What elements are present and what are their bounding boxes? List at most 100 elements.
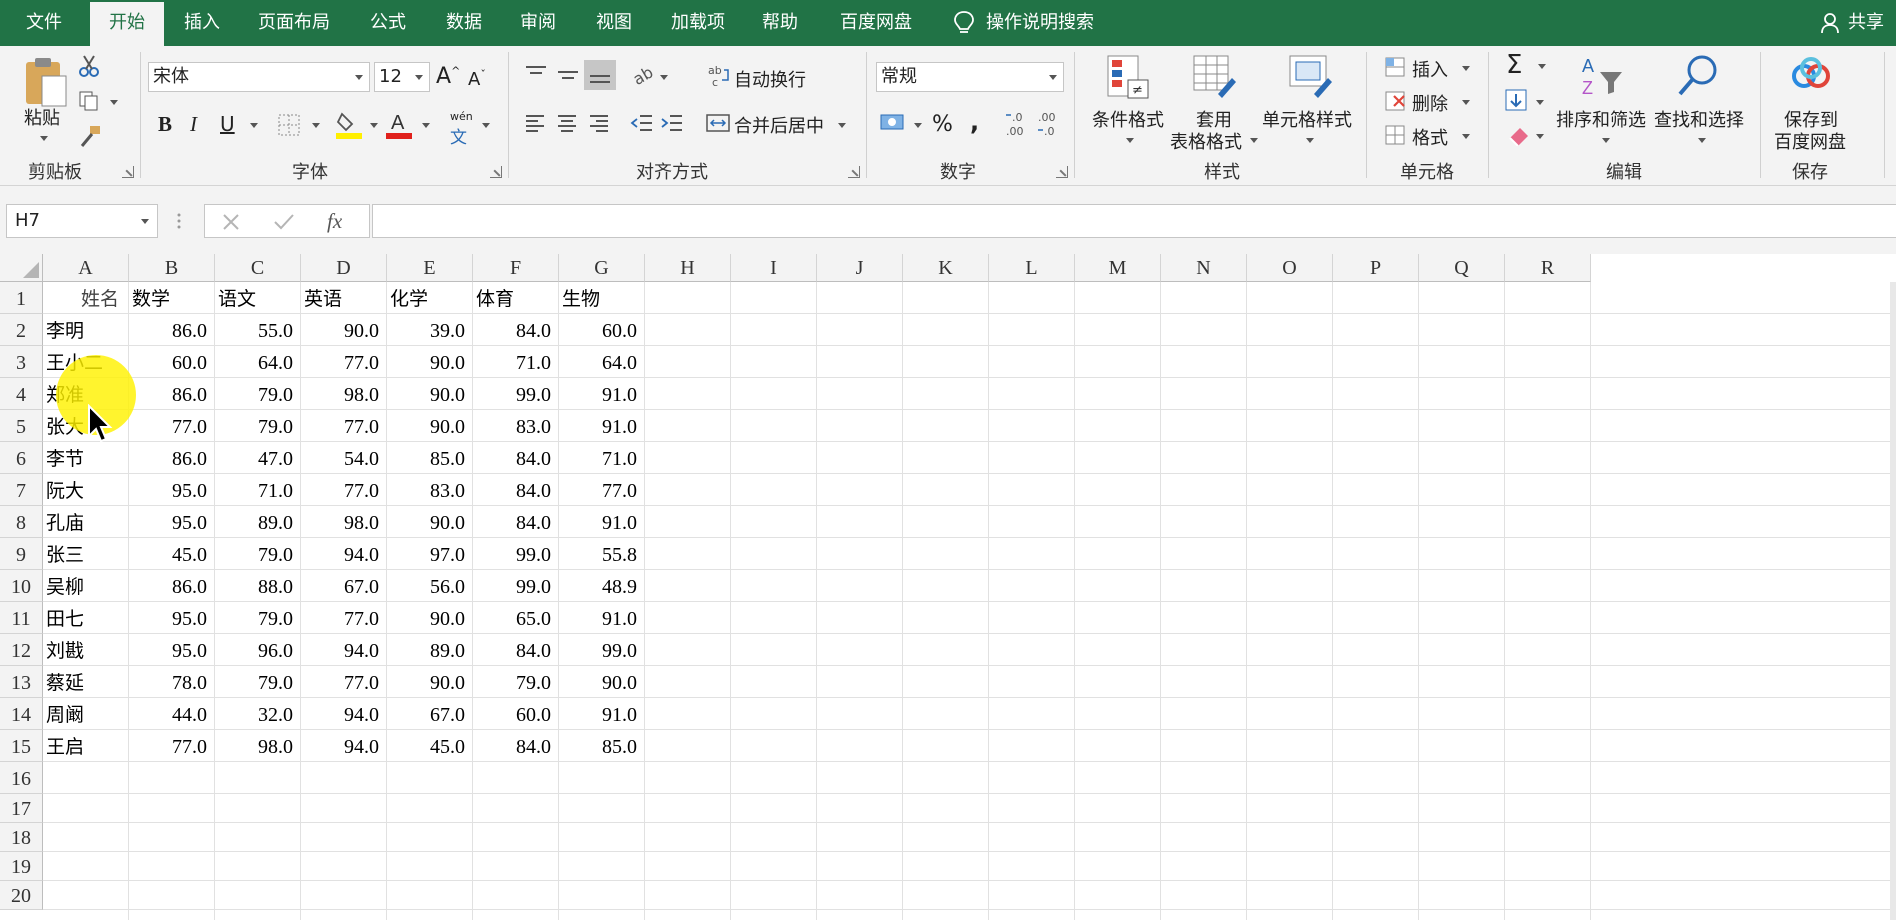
- cell-G11[interactable]: 91.0: [559, 602, 645, 634]
- column-header[interactable]: L: [989, 254, 1075, 282]
- cell-F6[interactable]: 84.0: [473, 442, 559, 474]
- cell-E14[interactable]: 67.0: [387, 698, 473, 730]
- grip-icon[interactable]: [176, 212, 182, 230]
- cell-A10[interactable]: 吴柳: [43, 570, 129, 602]
- clipboard-launcher-icon[interactable]: [122, 166, 134, 178]
- cancel-icon[interactable]: [221, 212, 241, 232]
- baidu-netdisk-icon[interactable]: [1790, 56, 1832, 92]
- wrap-text-button[interactable]: 自动换行: [734, 66, 806, 92]
- cell-D12[interactable]: 94.0: [301, 634, 387, 666]
- cell-F5[interactable]: 83.0: [473, 410, 559, 442]
- name-box[interactable]: H7: [6, 204, 158, 238]
- fill-down-icon[interactable]: [1504, 88, 1528, 112]
- font-name-combo[interactable]: 宋体: [148, 62, 370, 92]
- cell-C13[interactable]: 79.0: [215, 666, 301, 698]
- orientation-dropdown-icon[interactable]: [660, 75, 668, 80]
- cell-E7[interactable]: 83.0: [387, 474, 473, 506]
- row-header[interactable]: 2: [0, 314, 43, 346]
- column-header[interactable]: R: [1505, 254, 1591, 282]
- cell-D15[interactable]: 94.0: [301, 730, 387, 762]
- cell-G5[interactable]: 91.0: [559, 410, 645, 442]
- formula-input[interactable]: [372, 204, 1896, 238]
- tab-view[interactable]: 视图: [582, 0, 646, 46]
- cell-G8[interactable]: 91.0: [559, 506, 645, 538]
- conditional-formatting-button[interactable]: 条件格式: [1092, 106, 1164, 132]
- cell-D11[interactable]: 77.0: [301, 602, 387, 634]
- cell-D5[interactable]: 77.0: [301, 410, 387, 442]
- cell-B8[interactable]: 95.0: [129, 506, 215, 538]
- row-header[interactable]: 1: [0, 282, 43, 314]
- paste-icon[interactable]: [22, 56, 70, 108]
- cell-F1[interactable]: 体育: [473, 282, 559, 314]
- paste-dropdown-icon[interactable]: [40, 136, 48, 141]
- merge-center-icon[interactable]: [706, 112, 730, 134]
- decrease-font-size-icon[interactable]: Aˇ: [468, 68, 486, 90]
- cell-B6[interactable]: 86.0: [129, 442, 215, 474]
- conditional-formatting-icon[interactable]: ≠: [1106, 54, 1150, 100]
- cell-F3[interactable]: 71.0: [473, 346, 559, 378]
- number-format-combo[interactable]: 常规: [876, 62, 1064, 92]
- cell-G4[interactable]: 91.0: [559, 378, 645, 410]
- align-top-icon[interactable]: [524, 64, 548, 86]
- row-header[interactable]: 10: [0, 570, 43, 602]
- merge-center-button[interactable]: 合并后居中: [734, 112, 824, 138]
- cell-C1[interactable]: 语文: [215, 282, 301, 314]
- cell-B7[interactable]: 95.0: [129, 474, 215, 506]
- align-right-icon[interactable]: [588, 112, 610, 134]
- insert-cells-button[interactable]: 插入: [1412, 56, 1448, 82]
- cell-F15[interactable]: 84.0: [473, 730, 559, 762]
- column-header[interactable]: C: [215, 254, 301, 282]
- align-bottom-icon[interactable]: [584, 60, 616, 90]
- merge-dropdown-icon[interactable]: [838, 123, 846, 128]
- fill-color-dropdown-icon[interactable]: [370, 123, 378, 128]
- column-header[interactable]: I: [731, 254, 817, 282]
- format-as-table-icon[interactable]: [1192, 54, 1238, 100]
- row-header[interactable]: 3: [0, 346, 43, 378]
- format-as-table-line2[interactable]: 表格格式: [1170, 128, 1242, 154]
- cell-D8[interactable]: 98.0: [301, 506, 387, 538]
- select-all-button[interactable]: [0, 254, 43, 282]
- cell-D4[interactable]: 98.0: [301, 378, 387, 410]
- cell-D6[interactable]: 54.0: [301, 442, 387, 474]
- row-header[interactable]: 4: [0, 378, 43, 410]
- column-header[interactable]: H: [645, 254, 731, 282]
- cell-E10[interactable]: 56.0: [387, 570, 473, 602]
- column-header[interactable]: Q: [1419, 254, 1505, 282]
- format-as-table-dropdown-icon[interactable]: [1250, 138, 1258, 143]
- tab-file[interactable]: 文件: [8, 0, 80, 46]
- cell-A7[interactable]: 阮大: [43, 474, 129, 506]
- share-button[interactable]: 共享: [1820, 0, 1884, 46]
- wrap-text-icon[interactable]: abc: [708, 64, 732, 88]
- increase-indent-icon[interactable]: [660, 112, 684, 134]
- column-header[interactable]: B: [129, 254, 215, 282]
- fill-dropdown-icon[interactable]: [1536, 100, 1544, 105]
- phonetic-guide-button[interactable]: wén 文: [450, 110, 473, 148]
- cell-B14[interactable]: 44.0: [129, 698, 215, 730]
- cell-G2[interactable]: 60.0: [559, 314, 645, 346]
- tab-addins[interactable]: 加载项: [660, 0, 736, 46]
- cell-G10[interactable]: 48.9: [559, 570, 645, 602]
- cell-A8[interactable]: 孔庙: [43, 506, 129, 538]
- row-header[interactable]: 17: [0, 794, 43, 823]
- decrease-indent-icon[interactable]: [630, 112, 654, 134]
- cell-C9[interactable]: 79.0: [215, 538, 301, 570]
- cell-G12[interactable]: 99.0: [559, 634, 645, 666]
- cell-B15[interactable]: 77.0: [129, 730, 215, 762]
- cell-F9[interactable]: 99.0: [473, 538, 559, 570]
- cell-A9[interactable]: 张三: [43, 538, 129, 570]
- cell-E8[interactable]: 90.0: [387, 506, 473, 538]
- column-header[interactable]: F: [473, 254, 559, 282]
- bold-button[interactable]: B: [158, 112, 172, 137]
- cell-A15[interactable]: 王启: [43, 730, 129, 762]
- column-header[interactable]: G: [559, 254, 645, 282]
- cell-G9[interactable]: 55.8: [559, 538, 645, 570]
- autosum-dropdown-icon[interactable]: [1538, 64, 1546, 69]
- row-header[interactable]: 20: [0, 881, 43, 910]
- cell-E13[interactable]: 90.0: [387, 666, 473, 698]
- orientation-icon[interactable]: ab: [632, 64, 658, 88]
- increase-decimal-icon[interactable]: .0.00: [1004, 110, 1030, 138]
- row-header[interactable]: 8: [0, 506, 43, 538]
- autosum-button[interactable]: Σ: [1506, 50, 1522, 80]
- save-to-baidu-line2[interactable]: 百度网盘: [1774, 128, 1846, 154]
- decrease-decimal-icon[interactable]: .00.0: [1036, 110, 1062, 138]
